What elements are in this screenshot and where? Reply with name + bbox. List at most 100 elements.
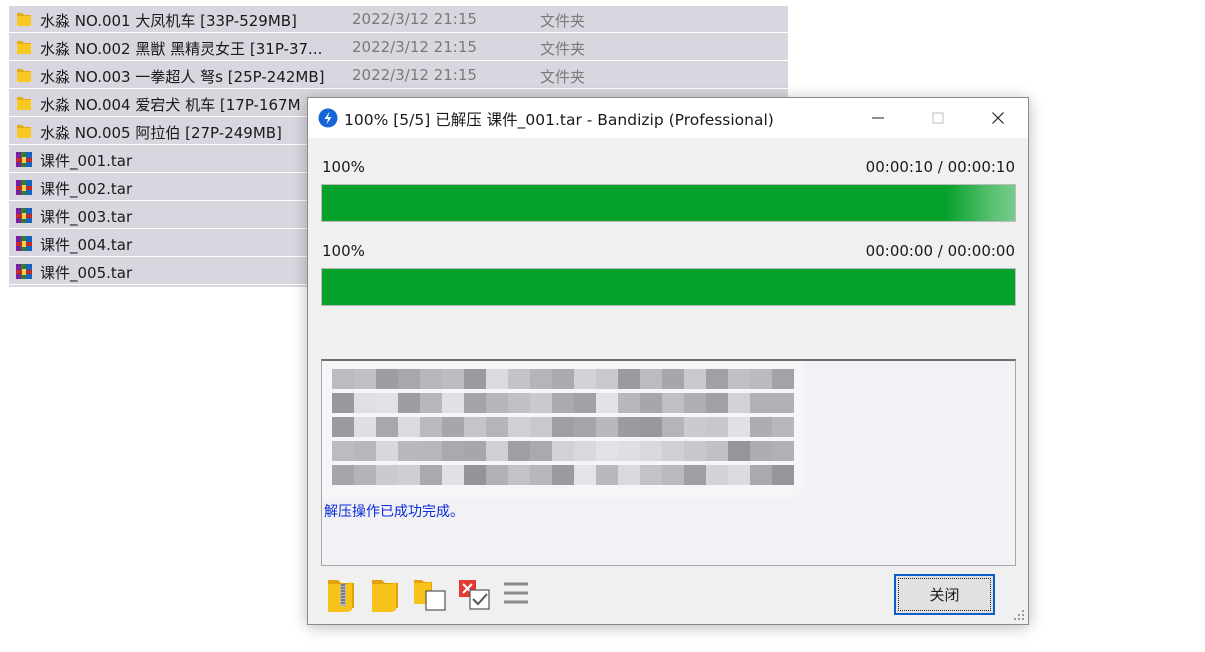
- close-button[interactable]: 关闭: [894, 574, 995, 615]
- mosaic-cell: [596, 369, 618, 389]
- file-name: 课件_001.tar: [40, 152, 133, 170]
- title-bar[interactable]: 100% [5/5] 已解压 课件_001.tar - Bandizip (Pr…: [308, 98, 1028, 138]
- mosaic-cell: [706, 465, 728, 485]
- mosaic-cell: [728, 417, 750, 437]
- mosaic-cell: [530, 441, 552, 461]
- mosaic-cell: [728, 393, 750, 413]
- mosaic-cell: [772, 393, 794, 413]
- mosaic-cell: [398, 441, 420, 461]
- file-row[interactable]: 水淼 NO.002 黑獣 黑精灵女王 [31P-37... 2022/3/12 2…: [9, 34, 788, 61]
- delete-archive-button[interactable]: [456, 574, 492, 612]
- success-message: 解压操作已成功完成。: [324, 504, 464, 520]
- close-window-button[interactable]: [968, 98, 1028, 138]
- mosaic-cell: [662, 417, 684, 437]
- blurred-log-text: [322, 361, 804, 499]
- mosaic-cell: [750, 369, 772, 389]
- file-name: 课件_005.tar: [40, 264, 133, 282]
- mosaic-cell: [376, 417, 398, 437]
- progress-total-percent: 100%: [322, 158, 365, 176]
- mosaic-cell: [420, 465, 442, 485]
- mosaic-cell: [508, 369, 530, 389]
- mosaic-cell: [750, 441, 772, 461]
- mosaic-cell: [684, 369, 706, 389]
- mosaic-cell: [552, 393, 574, 413]
- mosaic-cell: [684, 393, 706, 413]
- folder-icon: [372, 580, 398, 612]
- extract-dialog: 100% [5/5] 已解压 课件_001.tar - Bandizip (Pr…: [307, 97, 1029, 625]
- maximize-button[interactable]: [908, 98, 968, 138]
- mosaic-cell: [332, 393, 354, 413]
- log-box[interactable]: 解压操作已成功完成。: [321, 359, 1016, 566]
- mosaic-cell: [442, 369, 464, 389]
- mosaic-cell: [464, 465, 486, 485]
- mosaic-cell: [552, 441, 574, 461]
- mosaic-cell: [706, 369, 728, 389]
- mosaic-cell: [398, 369, 420, 389]
- folder-icon: [15, 11, 33, 28]
- archive-icon: [15, 151, 33, 168]
- mosaic-cell: [420, 441, 442, 461]
- mosaic-cell: [618, 465, 640, 485]
- mosaic-cell: [420, 393, 442, 413]
- mosaic-cell: [354, 369, 376, 389]
- mosaic-cell: [684, 465, 706, 485]
- file-type: 文件夹: [540, 12, 586, 30]
- progress-fill-file: [322, 269, 1015, 305]
- mosaic-cell: [464, 369, 486, 389]
- progress-file-time: 00:00:00 / 00:00:00: [865, 242, 1015, 260]
- mosaic-cell: [398, 393, 420, 413]
- mosaic-cell: [618, 417, 640, 437]
- folder-icon: [15, 95, 33, 112]
- file-row[interactable]: 水淼 NO.001 大凤机车 [33P-529MB] 2022/3/12 21:1…: [9, 6, 788, 33]
- file-type: 文件夹: [540, 68, 586, 86]
- mosaic-cell: [332, 369, 354, 389]
- file-name: 水淼 NO.001 大凤机车 [33P-529MB]: [40, 12, 297, 30]
- mosaic-cell: [486, 393, 508, 413]
- mosaic-cell: [618, 393, 640, 413]
- mosaic-cell: [464, 393, 486, 413]
- file-date: 2022/3/12 21:15: [352, 66, 477, 84]
- mosaic-cell: [662, 393, 684, 413]
- archive-icon: [15, 235, 33, 252]
- mosaic-cell: [530, 465, 552, 485]
- menu-button[interactable]: [500, 574, 536, 612]
- mosaic-cell: [420, 417, 442, 437]
- mosaic-cell: [442, 393, 464, 413]
- file-type: 文件夹: [540, 40, 586, 58]
- mosaic-cell: [684, 417, 706, 437]
- mosaic-cell: [640, 465, 662, 485]
- mosaic-cell: [772, 417, 794, 437]
- mosaic-cell: [508, 465, 530, 485]
- mosaic-cell: [332, 417, 354, 437]
- progress-shine: [945, 185, 1015, 221]
- mosaic-cell: [530, 417, 552, 437]
- mosaic-cell: [750, 465, 772, 485]
- mosaic-cell: [354, 393, 376, 413]
- mosaic-cell: [486, 441, 508, 461]
- mosaic-cell: [376, 369, 398, 389]
- mosaic-cell: [618, 441, 640, 461]
- open-folder-zipper-button[interactable]: [324, 574, 360, 612]
- folder-icon: [15, 39, 33, 56]
- progress-fill-total: [322, 185, 1015, 221]
- mosaic-cell: [442, 417, 464, 437]
- resize-grip-icon[interactable]: [1013, 609, 1025, 621]
- minimize-button[interactable]: [848, 98, 908, 138]
- mosaic-cell: [618, 369, 640, 389]
- open-folder-close-button[interactable]: [412, 574, 448, 612]
- file-name: 课件_004.tar: [40, 236, 133, 254]
- open-folder-button[interactable]: [368, 574, 404, 612]
- mosaic-cell: [706, 417, 728, 437]
- mosaic-cell: [376, 393, 398, 413]
- mosaic-cell: [574, 441, 596, 461]
- mosaic-cell: [530, 393, 552, 413]
- mosaic-cell: [640, 393, 662, 413]
- mosaic-cell: [662, 441, 684, 461]
- mosaic-cell: [332, 465, 354, 485]
- folder-icon: [15, 123, 33, 140]
- file-row[interactable]: 水淼 NO.003 一拳超人 弩s [25P-242MB] 2022/3/12 2…: [9, 62, 788, 89]
- mosaic-cell: [508, 417, 530, 437]
- mosaic-cell: [640, 369, 662, 389]
- mosaic-cell: [354, 417, 376, 437]
- mosaic-cell: [574, 465, 596, 485]
